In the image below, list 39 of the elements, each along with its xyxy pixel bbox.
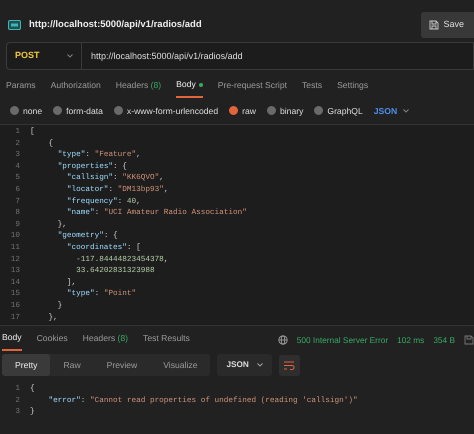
request-title: http://localhost:5000/api/v1/radios/add xyxy=(29,18,202,32)
tab[interactable]: Test Results xyxy=(143,329,190,351)
tab[interactable]: Settings xyxy=(337,76,368,98)
tab[interactable]: Pre-request Script xyxy=(218,76,288,98)
globe-icon xyxy=(278,335,288,345)
radio-option[interactable]: GraphQL xyxy=(314,104,363,118)
save-button[interactable]: Save xyxy=(421,12,474,38)
url-field[interactable]: http://localhost:5000/api/v1/radios/add xyxy=(82,42,474,70)
response-size: 354 B xyxy=(433,334,455,346)
caret-icon xyxy=(403,108,410,113)
tab[interactable]: Cookies xyxy=(36,329,68,351)
wrap-icon xyxy=(284,360,295,370)
response-time: 102 ms xyxy=(397,334,424,346)
tab[interactable]: Body xyxy=(176,76,203,98)
format-select[interactable]: JSON xyxy=(217,354,272,376)
radio-option[interactable]: form-data xyxy=(53,104,103,118)
view-mode-tab[interactable]: Visualize xyxy=(150,354,210,376)
http-icon xyxy=(8,20,21,30)
tab[interactable]: Headers (8) xyxy=(116,76,162,98)
radio-option[interactable]: binary xyxy=(266,104,304,118)
radio-option[interactable]: raw xyxy=(229,104,256,118)
status-code: 500 Internal Server Error xyxy=(296,334,388,346)
caret-icon xyxy=(256,362,263,367)
tab[interactable]: Tests xyxy=(302,76,322,98)
view-mode-tab[interactable]: Raw xyxy=(50,354,94,376)
method-select[interactable]: POST xyxy=(6,42,82,70)
save-icon[interactable] xyxy=(464,335,474,345)
wrap-button[interactable] xyxy=(278,354,300,376)
caret-icon xyxy=(67,54,73,58)
radio-option[interactable]: x-www-form-urlencoded xyxy=(114,104,218,118)
tab[interactable]: Headers (8) xyxy=(82,329,128,351)
save-icon xyxy=(429,20,440,30)
tab[interactable]: Params xyxy=(6,76,36,98)
view-mode-tab[interactable]: Preview xyxy=(94,354,150,376)
language-select[interactable]: JSON xyxy=(374,104,410,118)
radio-option[interactable]: none xyxy=(10,104,42,118)
view-mode-tab[interactable]: Pretty xyxy=(2,354,50,376)
tab[interactable]: Authorization xyxy=(50,76,101,98)
tab[interactable]: Body xyxy=(2,329,22,351)
